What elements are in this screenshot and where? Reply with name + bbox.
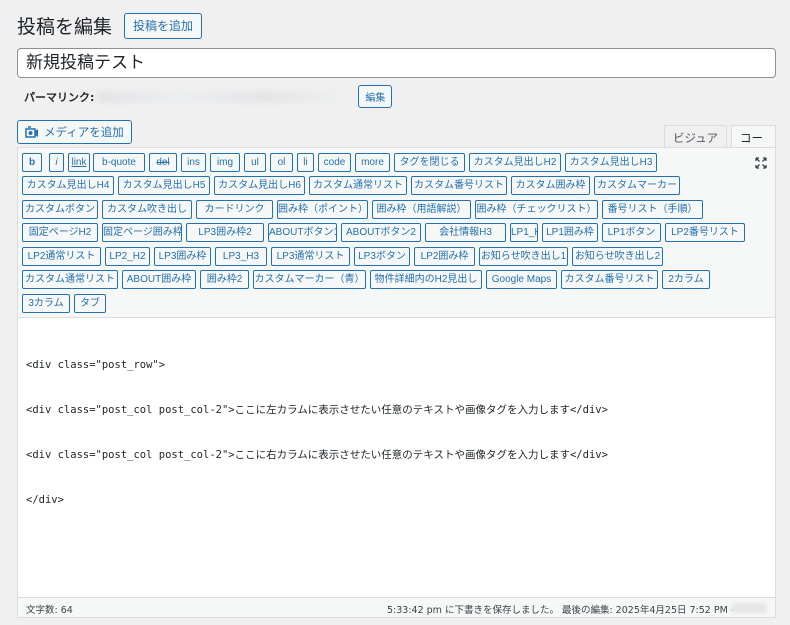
quicktag-button-5-7[interactable]: 2カラム [662,270,710,289]
quicktag-button-0-14[interactable]: カスタム見出しH3 [565,153,657,172]
code-line: <div class="post_row"> [26,359,166,371]
quicktag-button-del[interactable]: del [149,153,177,172]
autosave-status: 5:33:42 pm に下書きを保存しました。 最後の編集: 2025年4月25… [387,605,735,616]
add-media-label: メディアを追加 [44,127,124,139]
quicktag-button-2-0[interactable]: カスタムボタン [22,200,98,219]
quicktag-button-5-2[interactable]: 囲み枠2 [200,270,249,289]
quicktag-button-3-1[interactable]: 固定ページ囲み枠 [102,223,182,242]
quicktag-button-4-1[interactable]: LP2_H2 [105,247,150,266]
quicktag-button-5-6[interactable]: カスタム番号リスト [561,270,658,289]
quicktag-button-1-2[interactable]: カスタム見出しH6 [214,176,305,195]
quicktag-button-3-0[interactable]: 固定ページH2 [22,223,98,242]
quicktag-button-3-5[interactable]: 会社情報H3 [425,223,506,242]
quicktag-button-3-8[interactable]: LP1ボタン [602,223,661,242]
quicktag-button-3-9[interactable]: LP2番号リスト [665,223,745,242]
word-count: 文字数: 64 [26,605,73,616]
quicktag-button-italic[interactable]: i [49,153,64,172]
quicktag-button-ul[interactable]: ul [244,153,266,172]
quicktag-button-link[interactable]: link [68,153,90,172]
quicktag-button-5-1[interactable]: ABOUT囲み枠 [122,270,196,289]
quicktag-button-2-6[interactable]: 番号リスト（手順） [602,200,703,219]
code-line: <div class="post_col post_col-2">ここに左カラム… [26,404,608,416]
quicktag-button-3-2[interactable]: LP3囲み枠2 [186,223,264,242]
permalink-edit-button[interactable]: 編集 [358,85,393,108]
quicktag-button-more[interactable]: more [355,153,390,172]
page-header: 投稿を編集 投稿を追加 [17,12,203,39]
quicktag-button-2-5[interactable]: 囲み枠（チェックリスト） [475,200,598,219]
quicktag-button-3-4[interactable]: ABOUTボタン2 [341,223,421,242]
quicktag-button-6-0[interactable]: 3カラム [22,294,70,313]
quicktags-toolbar: b i link b-quote del ins img ul ol li code more タグを閉… [18,148,775,318]
quicktag-button-4-7[interactable]: お知らせ吹き出し1 [479,247,568,266]
quicktag-button-3-7[interactable]: LP1囲み枠 [542,223,598,242]
quicktag-button-2-4[interactable]: 囲み枠（用語解説） [372,200,471,219]
quicktag-button-5-3[interactable]: カスタムマーカー（青） [253,270,366,289]
quicktag-button-2-3[interactable]: 囲み枠（ポイント） [277,200,368,219]
quicktag-button-3-3[interactable]: ABOUTボタン1 [268,223,337,242]
quicktag-button-1-3[interactable]: カスタム通常リスト [309,176,407,195]
quicktag-button-5-0[interactable]: カスタム通常リスト [22,270,118,289]
code-line: </div> [26,494,64,506]
quicktag-button-4-2[interactable]: LP3囲み枠 [154,247,211,266]
quicktag-button-ins[interactable]: ins [181,153,206,172]
quicktag-button-code[interactable]: code [318,153,351,172]
quicktag-button-4-5[interactable]: LP3ボタン [354,247,410,266]
quicktag-button-3-6[interactable]: LP1_H2 [510,223,538,242]
quicktag-button-blockquote[interactable]: b-quote [93,153,145,172]
quicktag-button-4-4[interactable]: LP3通常リスト [271,247,350,266]
fullscreen-icon[interactable] [755,157,767,169]
quicktag-button-4-0[interactable]: LP2通常リスト [22,247,101,266]
quicktag-button-5-5[interactable]: Google Maps [486,270,557,289]
quicktag-button-1-0[interactable]: カスタム見出しH4 [22,176,114,195]
quicktag-button-6-1[interactable]: タブ [74,294,106,313]
quicktag-button-4-6[interactable]: LP2囲み枠 [414,247,475,266]
editor-username-redacted [731,603,767,613]
media-camera-icon [25,125,39,139]
add-media-button[interactable]: メディアを追加 [17,120,132,144]
tab-code[interactable]: コード [731,125,776,161]
quicktag-button-li[interactable]: li [297,153,314,172]
quicktag-button-ol[interactable]: ol [270,153,293,172]
add-new-post-button[interactable]: 投稿を追加 [124,12,203,39]
quicktag-button-2-2[interactable]: カードリンク [196,200,273,219]
editor-status-bar: 文字数: 64 5:33:42 pm に下書きを保存しました。 最後の編集: 2… [18,597,775,617]
post-title-input[interactable]: 新規投稿テスト [17,48,776,78]
quicktag-button-4-3[interactable]: LP3_H3 [215,247,267,266]
code-editor: b i link b-quote del ins img ul ol li code more タグを閉… [17,147,776,618]
permalink-label: パーマリンク: [24,90,95,104]
quicktag-button-0-12[interactable]: タグを閉じる [394,153,465,172]
quicktag-button-1-5[interactable]: カスタム囲み枠 [511,176,590,195]
quicktag-button-1-4[interactable]: カスタム番号リスト [411,176,507,195]
page-title: 投稿を編集 [17,16,113,38]
quicktag-button-5-4[interactable]: 物件詳細内のH2見出し [370,270,482,289]
code-line: <div class="post_col post_col-2">ここに右カラム… [26,449,608,461]
permalink-row: パーマリンク: 編集 [24,85,393,108]
editor-content[interactable]: <div class="post_row"> <div class="post_… [26,328,608,538]
quicktag-button-1-6[interactable]: カスタムマーカー [594,176,680,195]
quicktag-button-bold[interactable]: b [22,153,42,172]
quicktag-button-1-1[interactable]: カスタム見出しH5 [118,176,210,195]
quicktag-button-2-1[interactable]: カスタム吹き出し [102,200,192,219]
quicktag-button-0-13[interactable]: カスタム見出しH2 [469,153,561,172]
quicktag-button-4-8[interactable]: お知らせ吹き出し2 [572,247,663,266]
permalink-url-redacted [98,90,349,103]
tab-visual[interactable]: ビジュアル [664,125,727,161]
quicktag-button-img[interactable]: img [210,153,240,172]
